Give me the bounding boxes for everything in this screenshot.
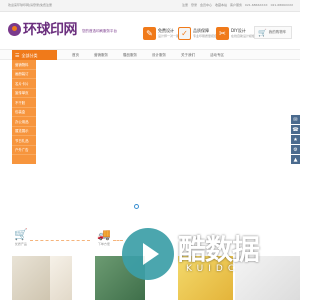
carousel-dot[interactable]	[134, 204, 139, 209]
logo-text: 环球印网	[23, 22, 78, 38]
sidebar-item[interactable]: 画册装订	[12, 70, 36, 79]
sidebar-item[interactable]: 包装盒	[12, 108, 36, 117]
nav-link-design[interactable]: 设计服务	[152, 53, 166, 58]
top-link-register[interactable]: 注册	[182, 3, 188, 7]
star-icon[interactable]: ★	[291, 135, 300, 144]
category-sidebar: 营销物料 画册装订 名片卡片 宣传单页 不干胶 包装盒 办公用品 展览展示 节日…	[12, 60, 36, 164]
feature-sub: 专业印刷质量把控	[193, 34, 218, 38]
feature-quality[interactable]: ✓ 品质保障 专业印刷质量把控	[178, 25, 217, 41]
nav-links: 首页 营销服务 赠品服务 设计服务 关于我们 活动专区	[72, 53, 239, 58]
service-label: 优质产品	[14, 242, 27, 246]
watermark-subtext: KUIDC	[186, 264, 240, 274]
back-to-top-icon[interactable]: ▲	[291, 155, 300, 164]
all-categories-label: 全部分类	[21, 52, 38, 58]
right-toolbar: ✉ ☎ ★ ⚙ ▲	[291, 115, 300, 165]
cart-icon: 🛒	[14, 228, 28, 241]
sidebar-item[interactable]: 宣传单页	[12, 89, 36, 98]
cart-label: 我的购物车	[268, 30, 287, 34]
feature-free-design[interactable]: ✎ 免费设计 设计师一对一服务	[143, 25, 182, 41]
grid-icon: ☰	[15, 52, 20, 59]
truck-icon: 🚚	[97, 228, 111, 241]
service-divider	[30, 240, 90, 241]
nav-link-gifts[interactable]: 赠品服务	[123, 53, 137, 58]
top-link-login[interactable]: 登录	[191, 3, 197, 7]
hero-banner[interactable]	[36, 60, 300, 210]
top-link-member[interactable]: 会员中心	[200, 3, 212, 7]
sidebar-item[interactable]: 营销物料	[12, 60, 36, 70]
top-links: 注册 登录 会员中心 收藏本站 客户服务 021-6866XXXX 021-68…	[182, 3, 295, 7]
main-nav: ☰ 全部分类 首页 营销服务 赠品服务 设计服务 关于我们 活动专区	[0, 49, 300, 61]
top-phone-1: 021-6866XXXX	[244, 3, 268, 7]
play-icon[interactable]	[122, 228, 174, 280]
sidebar-item[interactable]: 名片卡片	[12, 79, 36, 89]
sidebar-item[interactable]: 户外广告	[12, 146, 36, 155]
product-photo[interactable]	[50, 256, 72, 300]
welcome-text: 欢迎来环球印网|请登录|免费注册	[8, 3, 53, 7]
mail-icon[interactable]: ✉	[291, 115, 300, 124]
site-logo[interactable]: 环球印网	[8, 19, 78, 39]
site-slogan: 您的首选印刷服务平台	[82, 29, 117, 33]
phone-icon[interactable]: ☎	[291, 125, 300, 134]
sidebar-item[interactable]: 展览展示	[12, 127, 36, 136]
top-info-bar: 欢迎来环球印网|请登录|免费注册 注册 登录 会员中心 收藏本站 客户服务 02…	[0, 0, 300, 12]
service-easy-order: 🚚 下单方便	[97, 228, 111, 246]
logo-icon	[8, 22, 21, 36]
top-phone-2: 021-6866XXXX	[270, 3, 294, 7]
nav-link-events[interactable]: 活动专区	[210, 53, 224, 58]
nav-link-home[interactable]: 首页	[72, 53, 79, 58]
sidebar-item[interactable]: 节日礼品	[12, 136, 36, 146]
watermark-text: 酷数据	[178, 233, 260, 266]
feature-diy[interactable]: ✂ DIY设计 在线自助设计模板	[216, 25, 255, 41]
diy-icon: ✂	[216, 26, 229, 40]
quality-icon: ✓	[178, 26, 191, 40]
service-label: 下单方便	[97, 242, 110, 246]
service-divider	[113, 240, 123, 241]
cart-icon: 🛒	[258, 28, 267, 37]
sidebar-item[interactable]: 不干胶	[12, 98, 36, 108]
cart-button[interactable]: 🛒 我的购物车	[254, 26, 292, 39]
sidebar-item[interactable]: 办公用品	[12, 117, 36, 127]
product-photo[interactable]	[12, 256, 50, 300]
feature-sub: 在线自助设计模板	[231, 34, 256, 38]
design-icon: ✎	[143, 26, 156, 40]
nav-link-about[interactable]: 关于我们	[181, 53, 195, 58]
nav-link-marketing[interactable]: 营销服务	[94, 53, 108, 58]
top-link-service[interactable]: 客户服务	[230, 3, 242, 7]
top-link-favorite[interactable]: 收藏本站	[215, 3, 227, 7]
service-quality-products: 🛒 优质产品	[14, 228, 28, 246]
settings-icon[interactable]: ⚙	[291, 145, 300, 154]
